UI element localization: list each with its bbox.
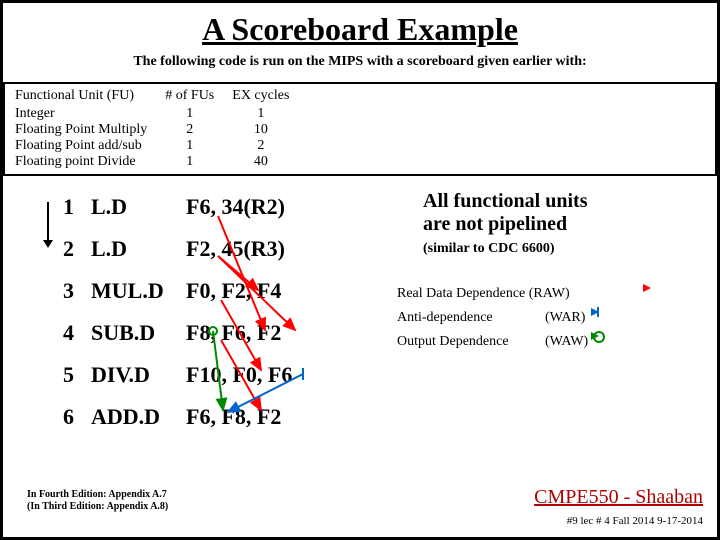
fu-header: Functional Unit (FU) [15, 88, 165, 106]
table-row: Floating Point add/sub12 [15, 138, 307, 154]
arrow-down-icon [47, 202, 49, 246]
footer-edition-note: In Fourth Edition: Appendix A.7 (In Thir… [27, 489, 168, 513]
footer-lecture-info: #9 lec # 4 Fall 2014 9-17-2014 [567, 515, 703, 527]
code-row: 6ADD.DF6, F8, F2 [63, 396, 306, 438]
pipeline-note: All functional units are not pipelined [423, 190, 587, 236]
count-header: # of FUs [165, 88, 232, 106]
legend: Real Data Dependence (RAW) Anti-dependen… [397, 286, 691, 358]
page-subtitle: The following code is run on the MIPS wi… [3, 54, 717, 70]
code-row: 2L.DF2, 45(R3) [63, 228, 306, 270]
code-row: 4SUB.DF8, F6, F2 [63, 312, 306, 354]
legend-war: Anti-dependence (WAR) [397, 310, 691, 326]
code-row: 3MUL.DF0, F2, F4 [63, 270, 306, 312]
cycles-header: EX cycles [232, 88, 307, 106]
code-row: 1L.DF6, 34(R2) [63, 186, 306, 228]
code-row: 5DIV.DF10, F0, F6 [63, 354, 306, 396]
page-title: A Scoreboard Example [3, 11, 717, 48]
table-row: Floating point Divide140 [15, 154, 307, 170]
cdc-note: (similar to CDC 6600) [423, 241, 555, 257]
legend-raw: Real Data Dependence (RAW) [397, 286, 691, 302]
table-row: Integer11 [15, 106, 307, 122]
table-row: Floating Point Multiply210 [15, 122, 307, 138]
fu-table: Functional Unit (FU) # of FUs EX cycles … [3, 82, 717, 176]
lower-section: 1L.DF6, 34(R2) 2L.DF2, 45(R3) 3MUL.DF0, … [3, 186, 717, 506]
legend-waw: Output Dependence (WAW) [397, 334, 691, 350]
footer-course: CMPE550 - Shaaban [534, 486, 703, 509]
code-block: 1L.DF6, 34(R2) 2L.DF2, 45(R3) 3MUL.DF0, … [63, 186, 306, 438]
table-header-row: Functional Unit (FU) # of FUs EX cycles [15, 88, 307, 106]
